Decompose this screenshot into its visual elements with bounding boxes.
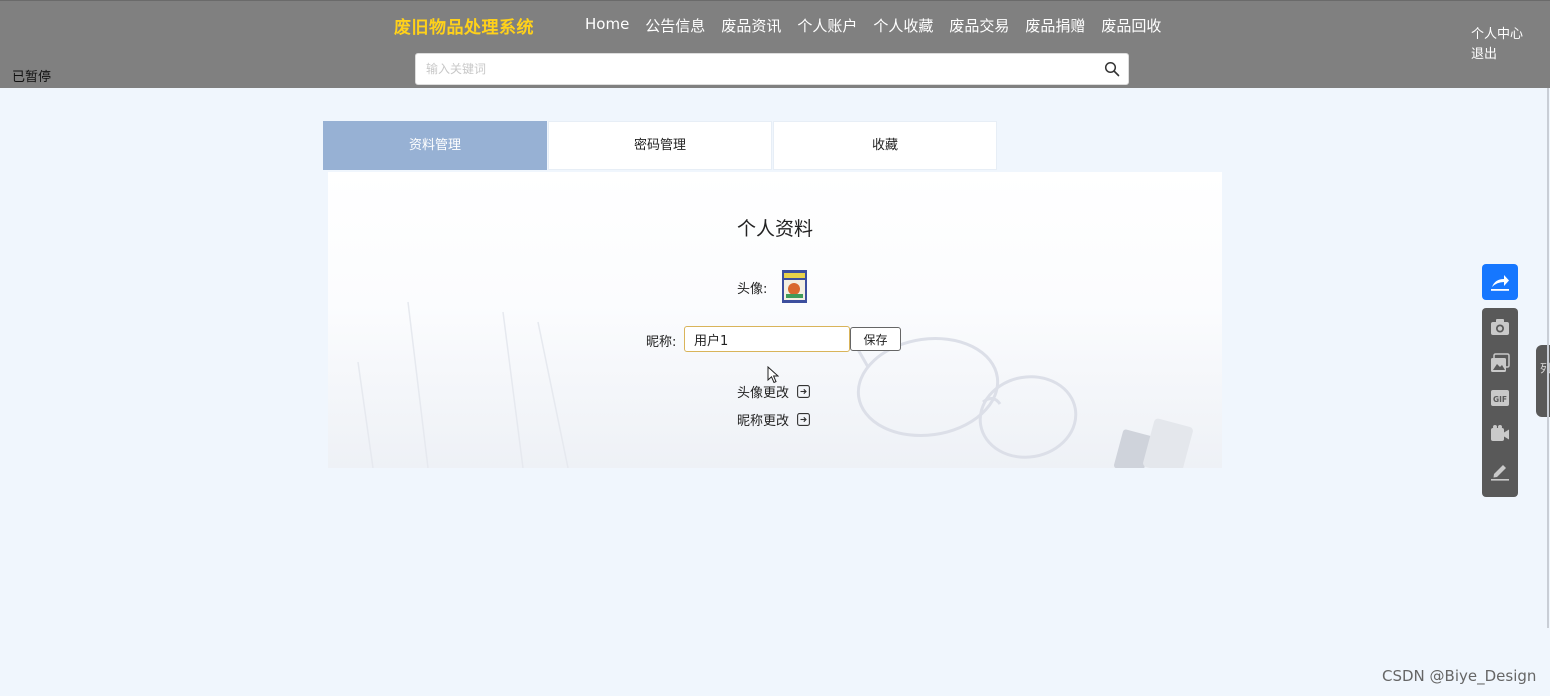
nav-item-home[interactable]: Home (585, 15, 629, 36)
save-button[interactable]: 保存 (850, 327, 901, 351)
change-nickname-link[interactable]: 昵称更改 (737, 410, 810, 429)
nav-item-recycle[interactable]: 废品回收 (1101, 15, 1161, 36)
page-title: 个人资料 (736, 218, 813, 240)
tab-profile-management[interactable]: 资料管理 (323, 121, 547, 170)
watermark-text: CSDN @Biye_Design (1382, 667, 1537, 685)
user-menu: 个人中心 退出 (1471, 25, 1523, 65)
video-icon[interactable] (1490, 424, 1510, 444)
search-box (415, 53, 1129, 85)
nav-item-waste-news[interactable]: 废品资讯 (721, 15, 781, 36)
avatar-label: 头像: (737, 282, 768, 297)
logout-link[interactable]: 退出 (1471, 45, 1523, 65)
arrow-right-box-icon (797, 413, 810, 426)
search-icon[interactable] (1104, 61, 1120, 77)
mouse-cursor-icon (767, 366, 779, 384)
tab-favorites[interactable]: 收藏 (773, 121, 997, 170)
site-brand[interactable]: 废旧物品处理系统 (394, 13, 534, 38)
camera-icon[interactable] (1490, 317, 1510, 337)
nav-item-announcements[interactable]: 公告信息 (645, 15, 705, 36)
paused-label: 已暂停 (12, 70, 52, 85)
nav-item-donate[interactable]: 废品捐赠 (1025, 15, 1085, 36)
nickname-input[interactable] (684, 326, 850, 352)
profile-panel: 个人资料 头像: 昵称: 保存 头像更改 昵称更改 (328, 172, 1222, 468)
avatar-image (782, 270, 807, 303)
share-button[interactable] (1482, 264, 1518, 300)
nickname-label: 昵称: (646, 335, 677, 350)
profile-tabs: 资料管理 密码管理 收藏 (323, 121, 998, 170)
top-header: 已暂停 废旧物品处理系统 Home 公告信息 废品资讯 个人账户 个人收藏 废品… (0, 0, 1550, 88)
nav-item-favorites[interactable]: 个人收藏 (873, 15, 933, 36)
change-avatar-link[interactable]: 头像更改 (737, 382, 810, 401)
change-avatar-label: 头像更改 (737, 386, 790, 401)
main-nav: Home 公告信息 废品资讯 个人账户 个人收藏 废品交易 废品捐赠 废品回收 (585, 15, 1177, 36)
share-icon (1491, 275, 1509, 291)
change-nickname-label: 昵称更改 (737, 414, 790, 429)
svg-text:GIF: GIF (1493, 395, 1507, 404)
tab-password-management[interactable]: 密码管理 (548, 121, 772, 170)
search-input[interactable] (416, 54, 1096, 84)
image-icon[interactable] (1490, 353, 1510, 373)
user-center-link[interactable]: 个人中心 (1471, 25, 1523, 45)
arrow-right-box-icon (797, 385, 810, 398)
scrollbar[interactable] (1547, 88, 1549, 628)
gif-icon[interactable]: GIF (1490, 388, 1510, 408)
nav-item-trade[interactable]: 废品交易 (949, 15, 1009, 36)
pen-icon[interactable] (1490, 461, 1510, 481)
capture-toolbar: GIF (1482, 308, 1518, 497)
nav-item-account[interactable]: 个人账户 (797, 15, 857, 36)
